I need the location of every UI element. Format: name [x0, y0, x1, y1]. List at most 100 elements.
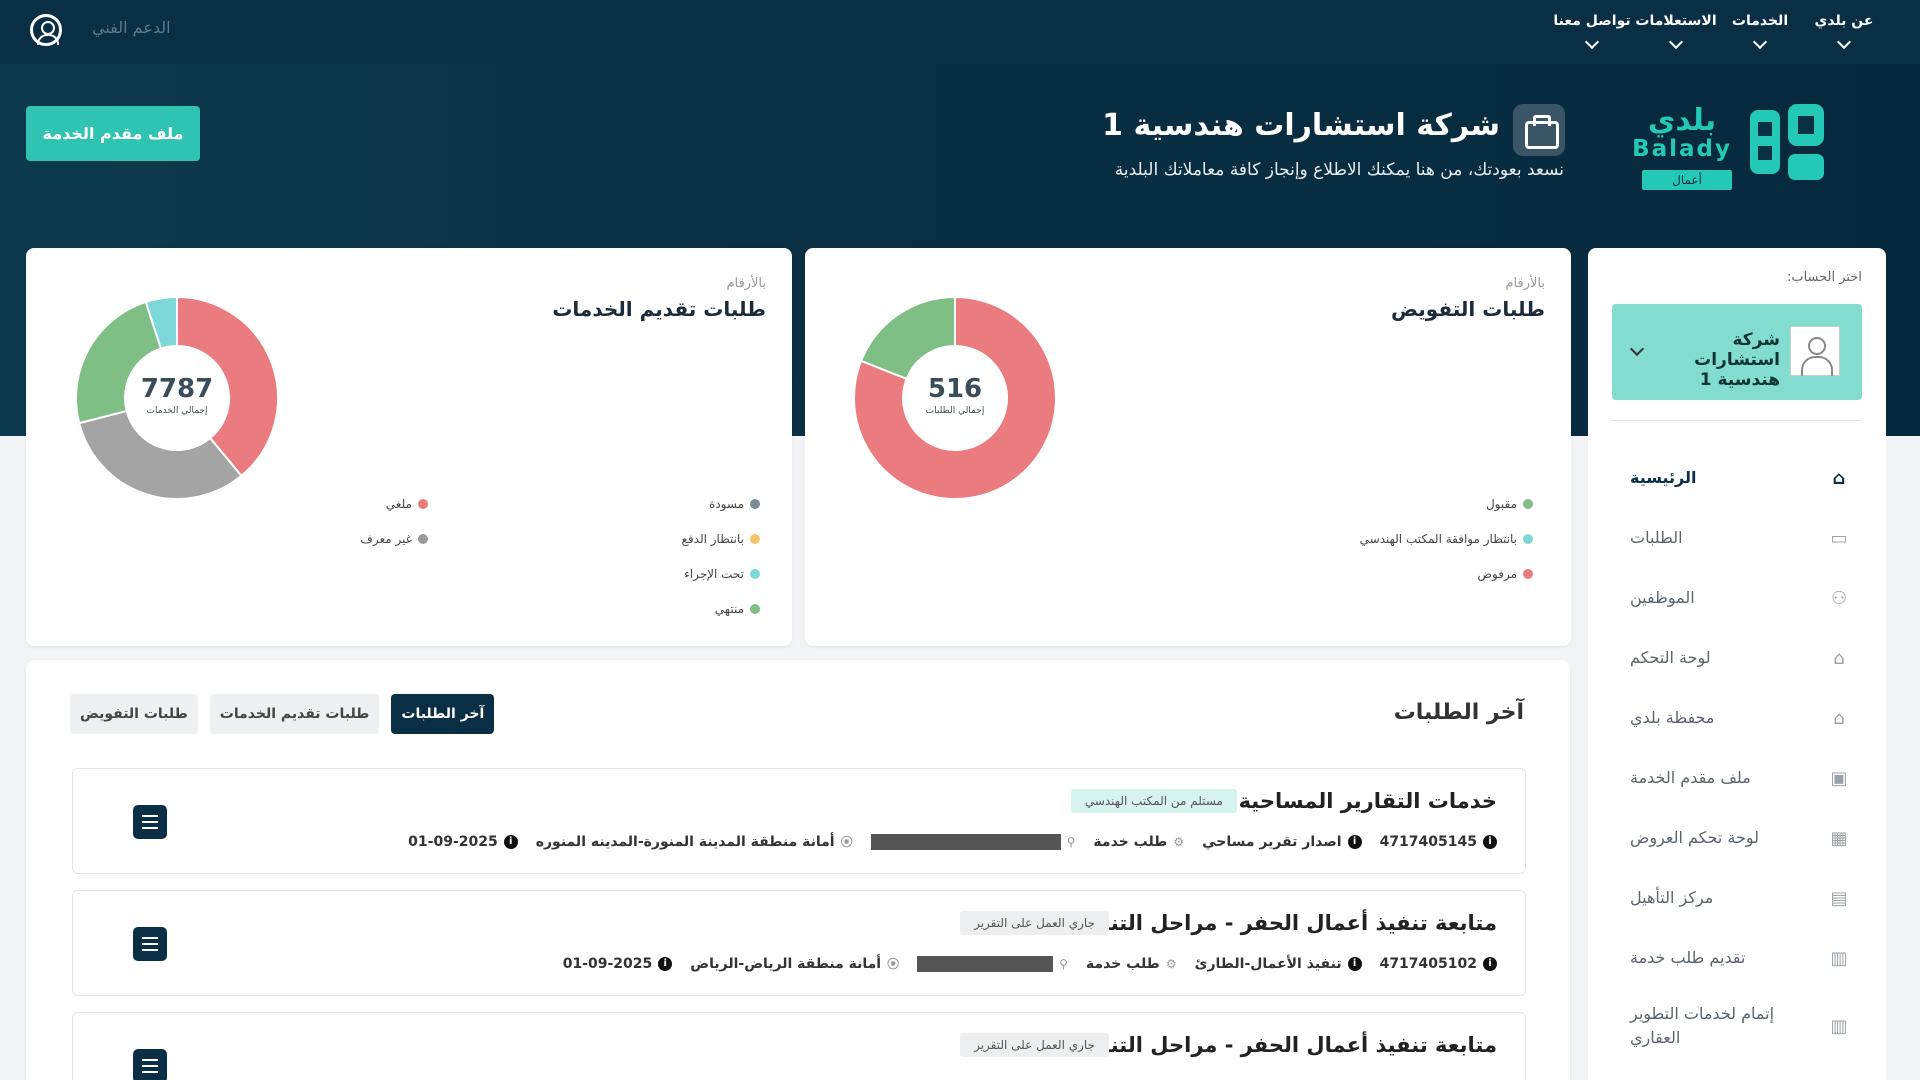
legend-dot: [1523, 533, 1533, 544]
request-title: متابعة تنفيذ أعمال الحفر - مراحل التنفيذ: [1074, 1033, 1497, 1057]
account-name: شركة استشارات هندسية 1: [1694, 330, 1780, 390]
donut-total: 516: [927, 374, 983, 404]
sidebar-item-employees[interactable]: ⚇ الموظفين: [1588, 568, 1886, 628]
nav-about-label: عن بلدي: [1814, 13, 1874, 29]
sidebar-menu: ⌂ الرئيسية ▭ الطلبات ⚇ الموظفين ⌂ لوحة التحك…: [1588, 448, 1886, 1064]
location-pin-icon: ⦿: [887, 957, 900, 971]
request-icon: ▥: [1830, 947, 1848, 969]
tab-delegation-requests[interactable]: طلبات التفويض: [70, 694, 198, 734]
request-type: ⚙ طلب خدمة: [1086, 956, 1177, 972]
legend-item: منتهي: [682, 591, 760, 626]
sidebar-item-label: محفظة بلدي: [1630, 708, 1715, 727]
chevron-down-icon: [1752, 34, 1768, 50]
request-location: ⦿ أمانة منطقة الرياض-الرياض: [690, 955, 899, 972]
info-icon: i: [1347, 956, 1362, 971]
info-icon: i: [1347, 834, 1362, 849]
request-meta: i 4717405145 i اصدار تقرير مساحي ⚙ طلب خدمة…: [408, 833, 1497, 850]
sidebar-item-home[interactable]: ⌂ الرئيسية: [1588, 448, 1886, 508]
donut-total-label: إجمالي الخدمات: [146, 406, 208, 416]
legend-dot: [418, 498, 428, 509]
legend-label: مسودة: [709, 496, 744, 511]
provider-profile-button[interactable]: ملف مقدم الخدمة: [26, 106, 200, 161]
request-service-value: تنفيذ الأعمال-الطارئ: [1194, 955, 1342, 972]
nav-contact-label: تواصل معنا: [1553, 13, 1631, 29]
legend-item: تحت الإجراء: [682, 556, 760, 591]
sidebar-item-service-request[interactable]: ▥ تقديم طلب خدمة: [1588, 928, 1886, 988]
request-number-value: 4717405145: [1379, 833, 1477, 850]
legend-dot: [1523, 498, 1533, 509]
sidebar-item-label: ملف مقدم الخدمة: [1630, 768, 1751, 787]
legend-dot: [1523, 568, 1533, 579]
request-number: i 4717405145: [1380, 834, 1497, 850]
balady-logo-icon: [1750, 104, 1824, 180]
legend-dot: [750, 498, 760, 509]
support-link[interactable]: الدعم الفني: [92, 18, 171, 37]
info-icon: i: [1483, 834, 1497, 849]
tab-latest-requests[interactable]: آخر الطلبات: [391, 694, 495, 734]
nav-services[interactable]: الخدمات: [1718, 4, 1802, 56]
request-service: i تنفيذ الأعمال-الطارئ: [1195, 956, 1362, 972]
info-icon: i: [1483, 956, 1497, 971]
request-location-value: أمانة منطقة الرياض-الرياض: [690, 955, 882, 972]
service-requests-card: بالأرقام طلبات تقديم الخدمات 7787 إجمالي…: [26, 248, 792, 646]
sidebar-item-qualification[interactable]: ▤ مركز التأهيل: [1588, 868, 1886, 928]
latest-requests-title: آخر الطلبات: [1393, 700, 1524, 725]
legend-right: مسودة بانتظار الدفع تحت الإجراء منتهي: [682, 486, 760, 626]
sidebar-item-dashboard[interactable]: ⌂ لوحة التحكم: [1588, 628, 1886, 688]
request-location-value: أمانة منطقة المدينة المنورة-المدينه المن…: [535, 833, 835, 850]
wallet-icon: ⌂: [1833, 707, 1845, 729]
request-item[interactable]: خدمات التقارير المساحية مستلم من المكتب …: [72, 768, 1526, 874]
sidebar-item-label: الموظفين: [1630, 588, 1695, 607]
location-pin-icon: ⦿: [840, 835, 853, 849]
sidebar-item-real-estate[interactable]: ▥ إتمام لخدمات التطوير العقاري: [1588, 988, 1886, 1064]
sidebar-item-offers[interactable]: ▦ لوحة تحكم العروض: [1588, 808, 1886, 868]
request-menu-button[interactable]: [133, 927, 167, 961]
table-icon: ▤: [1830, 887, 1848, 909]
divider: [1612, 420, 1862, 421]
nav-inquiries[interactable]: الاستعلامات: [1634, 4, 1718, 56]
top-nav: عن بلدي الخدمات الاستعلامات تواصل معنا: [1550, 4, 1886, 56]
status-badge: مستلم من المكتب الهندسي: [1070, 789, 1237, 813]
redacted-name: [917, 955, 1054, 972]
inbox-icon: ▭: [1830, 527, 1848, 549]
sidebar-item-label: تقديم طلب خدمة: [1630, 948, 1746, 967]
request-menu-button[interactable]: [133, 805, 167, 839]
sidebar-item-label: لوحة التحكم: [1630, 648, 1711, 667]
latest-requests-card: آخر الطلبات طلبات التفويض طلبات تقديم ال…: [26, 660, 1570, 1080]
tab-service-requests[interactable]: طلبات تقديم الخدمات: [209, 694, 380, 734]
nav-about-balady[interactable]: عن بلدي: [1802, 4, 1886, 56]
user-profile-icon[interactable]: [30, 14, 62, 46]
sidebar-item-provider-profile[interactable]: ▣ ملف مقدم الخدمة: [1588, 748, 1886, 808]
company-title: شركة استشارات هندسية 1: [1102, 108, 1500, 143]
sidebar-item-label: الطلبات: [1630, 528, 1683, 547]
sidebar-item-wallet[interactable]: ⌂ محفظة بلدي: [1588, 688, 1886, 748]
request-item[interactable]: متابعة تنفيذ أعمال الحفر - مراحل التنفيذ…: [72, 1012, 1526, 1080]
person-icon: ⚲: [1066, 834, 1076, 849]
card-subtitle: بالأرقام: [1505, 276, 1546, 291]
legend-item: غير معرف: [360, 521, 428, 556]
request-item[interactable]: متابعة تنفيذ أعمال الحفر - مراحل التنفيذ…: [72, 890, 1526, 996]
legend-label: بانتظار الدفع: [681, 531, 744, 546]
account-selector[interactable]: شركة استشارات هندسية 1: [1612, 304, 1862, 400]
request-service-value: اصدار تقرير مساحي: [1202, 833, 1342, 850]
donut-total-label: إجمالي الطلبات: [925, 406, 985, 416]
info-icon: i: [658, 956, 673, 971]
request-date-value: 01-09-2025: [408, 833, 498, 850]
info-icon: i: [503, 834, 518, 849]
card-subtitle: بالأرقام: [726, 276, 767, 291]
chevron-down-icon: [1629, 341, 1645, 357]
request-owner: ⚲: [917, 955, 1068, 972]
request-number: i 4717405102: [1380, 956, 1497, 972]
sidebar-item-requests[interactable]: ▭ الطلبات: [1588, 508, 1886, 568]
top-bar: عن بلدي الخدمات الاستعلامات تواصل معنا ا…: [0, 0, 1920, 64]
nav-contact[interactable]: تواصل معنا: [1550, 4, 1634, 56]
choose-account-label: اختر الحساب:: [1786, 270, 1862, 285]
request-number-value: 4717405102: [1379, 955, 1477, 972]
request-meta: i 4717405102 i تنفيذ الأعمال-الطارئ ⚙ طلب خ…: [563, 955, 1497, 972]
dashboard-icon: ⌂: [1833, 647, 1845, 669]
sidebar: اختر الحساب: شركة استشارات هندسية 1 ⌂ الر…: [1588, 248, 1886, 1080]
legend-dot: [750, 603, 760, 614]
request-menu-button[interactable]: [133, 1049, 167, 1080]
redacted-name: [870, 833, 1061, 850]
status-badge: جاري العمل على التقرير: [960, 1033, 1109, 1057]
